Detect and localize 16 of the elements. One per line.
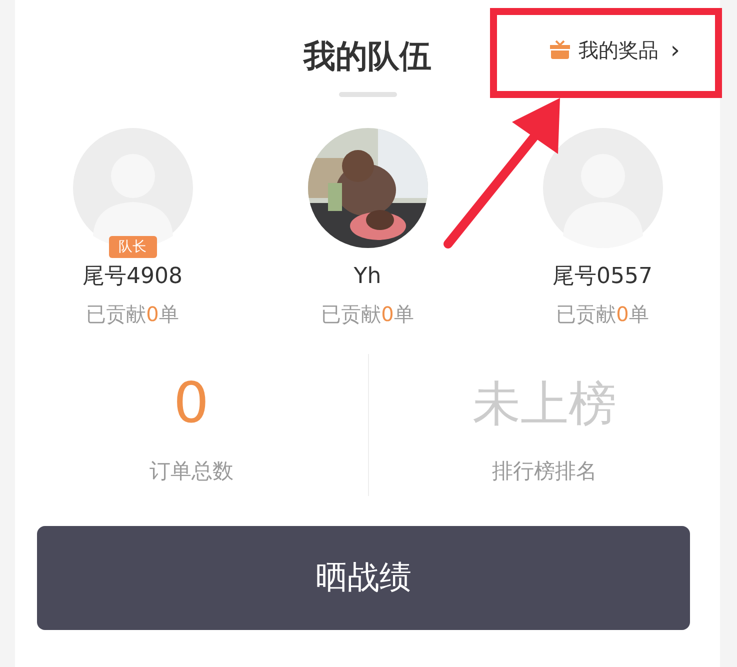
- contribution-text: 已贡献0单: [556, 301, 649, 328]
- contribution-text: 已贡献0单: [86, 301, 179, 328]
- avatar-silhouette-icon: [542, 128, 662, 248]
- contribution-text: 已贡献0单: [321, 301, 414, 328]
- share-results-button[interactable]: 晒战绩: [37, 526, 690, 630]
- section-title: 我的队伍: [304, 36, 432, 77]
- stat-label: 订单总数: [149, 458, 234, 485]
- member-name: 尾号4908: [82, 263, 182, 291]
- member-name: Yh: [354, 263, 382, 291]
- my-prizes-link[interactable]: 我的奖品 ›: [550, 34, 680, 66]
- title-underline: [338, 92, 396, 97]
- captain-badge: 队长: [108, 236, 156, 258]
- order-count: 0: [173, 370, 210, 438]
- gift-icon: [550, 40, 570, 60]
- stat-label: 排行榜排名: [492, 458, 597, 485]
- member-name: 尾号0557: [552, 263, 652, 291]
